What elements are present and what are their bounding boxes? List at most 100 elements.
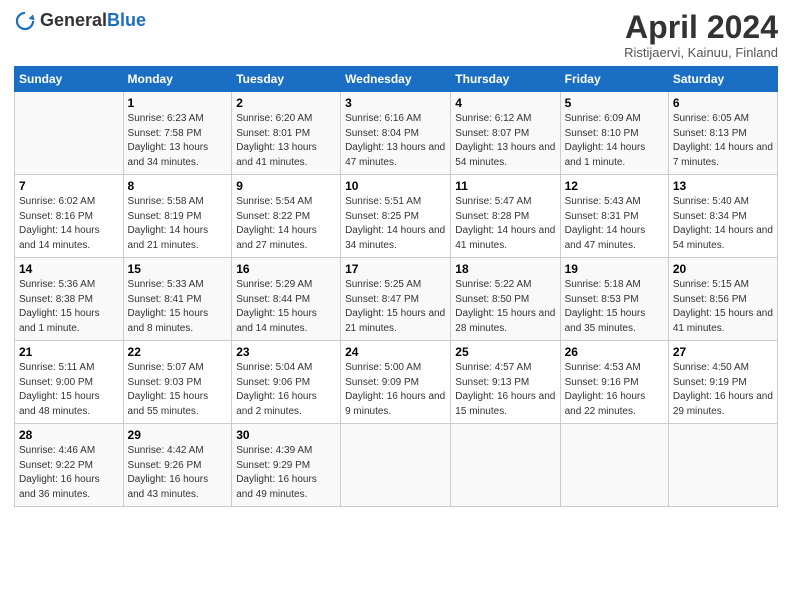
day-number: 11 bbox=[455, 179, 555, 193]
week-row-4: 21 Sunrise: 5:11 AMSunset: 9:00 PMDaylig… bbox=[15, 341, 778, 424]
day-info: Sunrise: 6:20 AMSunset: 8:01 PMDaylight:… bbox=[236, 113, 317, 168]
day-info: Sunrise: 5:15 AMSunset: 8:56 PMDaylight:… bbox=[673, 279, 773, 334]
calendar-cell bbox=[668, 424, 777, 507]
day-number: 1 bbox=[128, 96, 228, 110]
day-number: 9 bbox=[236, 179, 336, 193]
day-info: Sunrise: 6:16 AMSunset: 8:04 PMDaylight:… bbox=[345, 113, 445, 168]
day-info: Sunrise: 6:09 AMSunset: 8:10 PMDaylight:… bbox=[565, 113, 646, 168]
day-number: 26 bbox=[565, 345, 664, 359]
day-info: Sunrise: 5:43 AMSunset: 8:31 PMDaylight:… bbox=[565, 196, 646, 251]
calendar-cell: 14 Sunrise: 5:36 AMSunset: 8:38 PMDaylig… bbox=[15, 258, 124, 341]
day-number: 7 bbox=[19, 179, 119, 193]
day-number: 22 bbox=[128, 345, 228, 359]
day-info: Sunrise: 5:54 AMSunset: 8:22 PMDaylight:… bbox=[236, 196, 317, 251]
day-info: Sunrise: 6:05 AMSunset: 8:13 PMDaylight:… bbox=[673, 113, 773, 168]
day-number: 15 bbox=[128, 262, 228, 276]
day-info: Sunrise: 6:02 AMSunset: 8:16 PMDaylight:… bbox=[19, 196, 100, 251]
day-info: Sunrise: 5:00 AMSunset: 9:09 PMDaylight:… bbox=[345, 362, 445, 417]
day-number: 2 bbox=[236, 96, 336, 110]
day-number: 14 bbox=[19, 262, 119, 276]
calendar-cell bbox=[451, 424, 560, 507]
day-info: Sunrise: 5:40 AMSunset: 8:34 PMDaylight:… bbox=[673, 196, 773, 251]
day-number: 4 bbox=[455, 96, 555, 110]
logo-general: General bbox=[40, 10, 107, 30]
day-number: 8 bbox=[128, 179, 228, 193]
calendar-cell: 28 Sunrise: 4:46 AMSunset: 9:22 PMDaylig… bbox=[15, 424, 124, 507]
calendar-cell: 9 Sunrise: 5:54 AMSunset: 8:22 PMDayligh… bbox=[232, 175, 341, 258]
day-info: Sunrise: 5:07 AMSunset: 9:03 PMDaylight:… bbox=[128, 362, 209, 417]
header-row: Sunday Monday Tuesday Wednesday Thursday… bbox=[15, 67, 778, 92]
day-number: 6 bbox=[673, 96, 773, 110]
day-info: Sunrise: 6:23 AMSunset: 7:58 PMDaylight:… bbox=[128, 113, 209, 168]
calendar-cell: 12 Sunrise: 5:43 AMSunset: 8:31 PMDaylig… bbox=[560, 175, 668, 258]
day-number: 30 bbox=[236, 428, 336, 442]
title-block: April 2024 Ristijaervi, Kainuu, Finland bbox=[624, 10, 778, 60]
main-title: April 2024 bbox=[624, 10, 778, 45]
calendar-cell: 10 Sunrise: 5:51 AMSunset: 8:25 PMDaylig… bbox=[341, 175, 451, 258]
calendar-cell: 18 Sunrise: 5:22 AMSunset: 8:50 PMDaylig… bbox=[451, 258, 560, 341]
day-number: 29 bbox=[128, 428, 228, 442]
calendar-cell: 19 Sunrise: 5:18 AMSunset: 8:53 PMDaylig… bbox=[560, 258, 668, 341]
calendar-cell: 16 Sunrise: 5:29 AMSunset: 8:44 PMDaylig… bbox=[232, 258, 341, 341]
header: GeneralBlue April 2024 Ristijaervi, Kain… bbox=[14, 10, 778, 60]
logo: GeneralBlue bbox=[14, 10, 146, 32]
calendar-cell: 21 Sunrise: 5:11 AMSunset: 9:00 PMDaylig… bbox=[15, 341, 124, 424]
day-number: 19 bbox=[565, 262, 664, 276]
col-monday: Monday bbox=[123, 67, 232, 92]
calendar-cell: 29 Sunrise: 4:42 AMSunset: 9:26 PMDaylig… bbox=[123, 424, 232, 507]
calendar-cell: 4 Sunrise: 6:12 AMSunset: 8:07 PMDayligh… bbox=[451, 92, 560, 175]
day-number: 10 bbox=[345, 179, 446, 193]
day-number: 17 bbox=[345, 262, 446, 276]
calendar-table: Sunday Monday Tuesday Wednesday Thursday… bbox=[14, 66, 778, 507]
day-info: Sunrise: 4:39 AMSunset: 9:29 PMDaylight:… bbox=[236, 445, 317, 500]
day-info: Sunrise: 5:18 AMSunset: 8:53 PMDaylight:… bbox=[565, 279, 646, 334]
day-number: 24 bbox=[345, 345, 446, 359]
calendar-cell: 5 Sunrise: 6:09 AMSunset: 8:10 PMDayligh… bbox=[560, 92, 668, 175]
day-info: Sunrise: 4:57 AMSunset: 9:13 PMDaylight:… bbox=[455, 362, 555, 417]
week-row-2: 7 Sunrise: 6:02 AMSunset: 8:16 PMDayligh… bbox=[15, 175, 778, 258]
day-number: 27 bbox=[673, 345, 773, 359]
day-number: 21 bbox=[19, 345, 119, 359]
calendar-cell: 7 Sunrise: 6:02 AMSunset: 8:16 PMDayligh… bbox=[15, 175, 124, 258]
calendar-cell: 25 Sunrise: 4:57 AMSunset: 9:13 PMDaylig… bbox=[451, 341, 560, 424]
subtitle: Ristijaervi, Kainuu, Finland bbox=[624, 45, 778, 60]
day-info: Sunrise: 4:50 AMSunset: 9:19 PMDaylight:… bbox=[673, 362, 773, 417]
day-number: 25 bbox=[455, 345, 555, 359]
calendar-cell: 23 Sunrise: 5:04 AMSunset: 9:06 PMDaylig… bbox=[232, 341, 341, 424]
day-info: Sunrise: 6:12 AMSunset: 8:07 PMDaylight:… bbox=[455, 113, 555, 168]
col-saturday: Saturday bbox=[668, 67, 777, 92]
col-friday: Friday bbox=[560, 67, 668, 92]
day-number: 28 bbox=[19, 428, 119, 442]
logo-text: GeneralBlue bbox=[40, 11, 146, 31]
calendar-cell: 20 Sunrise: 5:15 AMSunset: 8:56 PMDaylig… bbox=[668, 258, 777, 341]
calendar-cell: 24 Sunrise: 5:00 AMSunset: 9:09 PMDaylig… bbox=[341, 341, 451, 424]
calendar-cell: 30 Sunrise: 4:39 AMSunset: 9:29 PMDaylig… bbox=[232, 424, 341, 507]
day-info: Sunrise: 5:51 AMSunset: 8:25 PMDaylight:… bbox=[345, 196, 445, 251]
day-number: 18 bbox=[455, 262, 555, 276]
week-row-3: 14 Sunrise: 5:36 AMSunset: 8:38 PMDaylig… bbox=[15, 258, 778, 341]
day-info: Sunrise: 4:46 AMSunset: 9:22 PMDaylight:… bbox=[19, 445, 100, 500]
calendar-cell: 17 Sunrise: 5:25 AMSunset: 8:47 PMDaylig… bbox=[341, 258, 451, 341]
day-info: Sunrise: 5:22 AMSunset: 8:50 PMDaylight:… bbox=[455, 279, 555, 334]
week-row-5: 28 Sunrise: 4:46 AMSunset: 9:22 PMDaylig… bbox=[15, 424, 778, 507]
day-number: 23 bbox=[236, 345, 336, 359]
calendar-cell: 15 Sunrise: 5:33 AMSunset: 8:41 PMDaylig… bbox=[123, 258, 232, 341]
day-number: 12 bbox=[565, 179, 664, 193]
day-info: Sunrise: 5:33 AMSunset: 8:41 PMDaylight:… bbox=[128, 279, 209, 334]
day-info: Sunrise: 5:25 AMSunset: 8:47 PMDaylight:… bbox=[345, 279, 445, 334]
day-info: Sunrise: 4:53 AMSunset: 9:16 PMDaylight:… bbox=[565, 362, 646, 417]
col-sunday: Sunday bbox=[15, 67, 124, 92]
calendar-cell: 22 Sunrise: 5:07 AMSunset: 9:03 PMDaylig… bbox=[123, 341, 232, 424]
day-number: 3 bbox=[345, 96, 446, 110]
logo-icon bbox=[14, 10, 36, 32]
calendar-cell: 2 Sunrise: 6:20 AMSunset: 8:01 PMDayligh… bbox=[232, 92, 341, 175]
col-wednesday: Wednesday bbox=[341, 67, 451, 92]
logo-blue: Blue bbox=[107, 10, 146, 30]
calendar-cell bbox=[15, 92, 124, 175]
day-info: Sunrise: 4:42 AMSunset: 9:26 PMDaylight:… bbox=[128, 445, 209, 500]
week-row-1: 1 Sunrise: 6:23 AMSunset: 7:58 PMDayligh… bbox=[15, 92, 778, 175]
col-tuesday: Tuesday bbox=[232, 67, 341, 92]
day-number: 16 bbox=[236, 262, 336, 276]
day-info: Sunrise: 5:58 AMSunset: 8:19 PMDaylight:… bbox=[128, 196, 209, 251]
calendar-cell bbox=[341, 424, 451, 507]
